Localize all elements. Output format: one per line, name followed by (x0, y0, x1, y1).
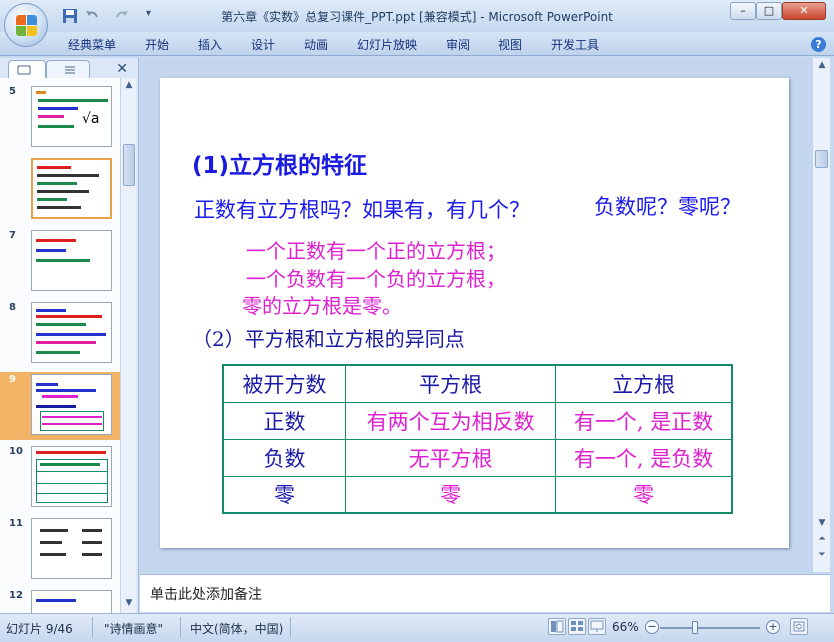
slide-canvas[interactable]: (1)立方根的特征 正数有立方根吗？如果有，有几个？ 负数呢？零呢？ 一个正数有… (160, 78, 789, 548)
notes-placeholder[interactable]: 单击此处添加备注 (150, 584, 262, 604)
office-button[interactable] (4, 3, 48, 47)
thumbnail-preview (31, 374, 112, 435)
table-cell: 零 (222, 475, 347, 514)
thumbnail-preview (31, 230, 112, 291)
theme-name[interactable]: "诗情画意" (104, 620, 163, 637)
slide-answer-3[interactable]: 零的立方根是零。 (242, 290, 402, 319)
fit-to-window-icon[interactable] (790, 618, 808, 635)
slide-sorter-icon[interactable] (568, 618, 586, 635)
comparison-table[interactable]: 被开方数 平方根 立方根 正数 有两个互为相反数 有一个, 是正数 负数 无平方… (222, 364, 733, 514)
slide-thumbnail-10[interactable]: 10 (0, 444, 120, 512)
zoom-slider-thumb[interactable] (692, 621, 698, 634)
thumbnail-preview (31, 518, 112, 579)
table-header-row: 被开方数 平方根 立方根 (222, 364, 733, 403)
panel-tabs: ✕ (6, 60, 136, 78)
zoom-level[interactable]: 66% (612, 620, 639, 634)
thumbnail-number: 9 (9, 374, 16, 385)
scroll-down-icon[interactable]: ▼ (816, 518, 828, 530)
zoom-out-icon[interactable]: − (645, 620, 659, 634)
status-bar: 幻灯片 9/46 "诗情画意" 中文(简体，中国) 66% − + (0, 613, 834, 642)
slide-thumbnail-12[interactable]: 12 (0, 588, 120, 614)
table-row: 零 零 零 (222, 475, 733, 514)
maximize-button[interactable]: □ (756, 2, 782, 20)
scroll-up-icon[interactable]: ▲ (123, 80, 135, 92)
language-indicator[interactable]: 中文(简体，中国) (190, 620, 283, 637)
slide-subheading[interactable]: （2）平方根和立方根的异同点 (192, 323, 465, 352)
thumbnail-preview: √a (31, 86, 112, 147)
table-cell: 零 (555, 475, 733, 514)
thumbnail-number: 7 (9, 230, 16, 241)
scroll-up-icon[interactable]: ▲ (816, 60, 828, 72)
tab-slideshow[interactable]: 幻灯片放映 (357, 36, 417, 53)
next-slide-icon[interactable]: ⏷ (816, 550, 828, 562)
minimize-button[interactable]: – (730, 2, 756, 20)
thumbnail-number: 8 (9, 302, 16, 313)
slide-editor: (1)立方根的特征 正数有立方根吗？如果有，有几个？ 负数呢？零呢？ 一个正数有… (140, 58, 812, 572)
table-cell: 无平方根 (345, 438, 557, 477)
tab-view[interactable]: 视图 (498, 36, 522, 53)
close-button[interactable]: ✕ (782, 2, 826, 20)
thumbnail-number: 10 (9, 446, 23, 457)
tab-insert[interactable]: 插入 (198, 36, 222, 53)
table-header-cell: 平方根 (345, 364, 557, 403)
thumbnail-preview (31, 302, 112, 363)
table-cell: 正数 (222, 401, 347, 440)
normal-view-icon[interactable] (548, 618, 566, 635)
slide-thumbnail-5[interactable]: 5 √a (0, 84, 120, 152)
thumbnail-number: 5 (9, 86, 16, 97)
slideshow-icon[interactable] (588, 618, 606, 635)
window-title: 第六章《实数》总复习课件_PPT.ppt [兼容模式] - Microsoft … (221, 10, 613, 24)
scrollbar-thumb[interactable] (123, 144, 135, 186)
tab-design[interactable]: 设计 (251, 36, 275, 53)
sqrt-icon: √a (82, 111, 100, 127)
previous-slide-icon[interactable]: ⏶ (816, 534, 828, 546)
slide-heading[interactable]: (1)立方根的特征 (192, 146, 367, 180)
tab-outline-view[interactable] (46, 60, 90, 78)
slides-panel: ✕ 5 √a 7 8 9 10 11 12 ▲ ▼ (0, 58, 139, 614)
table-cell: 有两个互为相反数 (345, 401, 557, 440)
scrollbar-thumb[interactable] (815, 150, 828, 168)
slide-answer-2[interactable]: 一个负数有一个负的立方根， (246, 263, 506, 292)
slide-thumbnail-6[interactable] (0, 156, 120, 224)
help-icon[interactable]: ? (811, 37, 826, 52)
thumbnail-preview (31, 590, 112, 614)
office-logo-icon (16, 15, 38, 37)
ribbon-tabs: 经典菜单 开始 插入 设计 动画 幻灯片放映 审阅 视图 开发工具 ? (0, 32, 834, 56)
thumbnail-scrollbar[interactable]: ▲ ▼ (120, 78, 136, 614)
slide-question-2[interactable]: 负数呢？零呢？ (594, 191, 741, 221)
slide-thumbnail-9[interactable]: 9 (0, 372, 120, 440)
table-row: 负数 无平方根 有一个, 是负数 (222, 438, 733, 477)
slide-counter: 幻灯片 9/46 (6, 622, 73, 636)
scroll-down-icon[interactable]: ▼ (123, 598, 135, 610)
tab-review[interactable]: 审阅 (446, 36, 470, 53)
title-bar: ▾ 第六章《实数》总复习课件_PPT.ppt [兼容模式] - Microsof… (0, 0, 834, 47)
slide-thumbnail-11[interactable]: 11 (0, 516, 120, 584)
table-cell: 负数 (222, 438, 347, 477)
tab-slides-view[interactable] (8, 60, 46, 78)
table-cell: 零 (345, 475, 557, 514)
slide-answer-1[interactable]: 一个正数有一个正的立方根； (246, 235, 506, 264)
slide-thumbnail-7[interactable]: 7 (0, 228, 120, 296)
table-row: 正数 有两个互为相反数 有一个, 是正数 (222, 401, 733, 440)
tab-home[interactable]: 开始 (145, 36, 169, 53)
slide-question[interactable]: 正数有立方根吗？如果有，有几个？ (194, 194, 530, 224)
table-header-cell: 被开方数 (222, 364, 347, 403)
slide-thumbnail-8[interactable]: 8 (0, 300, 120, 368)
thumbnail-number: 12 (9, 590, 23, 601)
notes-pane[interactable]: 单击此处添加备注 (140, 574, 830, 612)
thumbnail-number: 11 (9, 518, 23, 529)
tab-classic-menu[interactable]: 经典菜单 (68, 36, 116, 53)
zoom-slider-track[interactable] (660, 627, 760, 629)
tab-animation[interactable]: 动画 (304, 36, 328, 53)
table-header-cell: 立方根 (555, 364, 733, 403)
close-panel-icon[interactable]: ✕ (116, 61, 128, 77)
table-cell: 有一个, 是负数 (555, 438, 733, 477)
thumbnail-list: 5 √a 7 8 9 10 11 12 (0, 78, 120, 614)
thumbnail-preview (31, 446, 112, 507)
zoom-in-icon[interactable]: + (766, 620, 780, 634)
thumbnail-preview (31, 158, 112, 219)
slide-scrollbar[interactable]: ▲ ▼ ⏶ ⏷ (812, 58, 830, 572)
tab-developer[interactable]: 开发工具 (551, 36, 599, 53)
table-cell: 有一个, 是正数 (555, 401, 733, 440)
